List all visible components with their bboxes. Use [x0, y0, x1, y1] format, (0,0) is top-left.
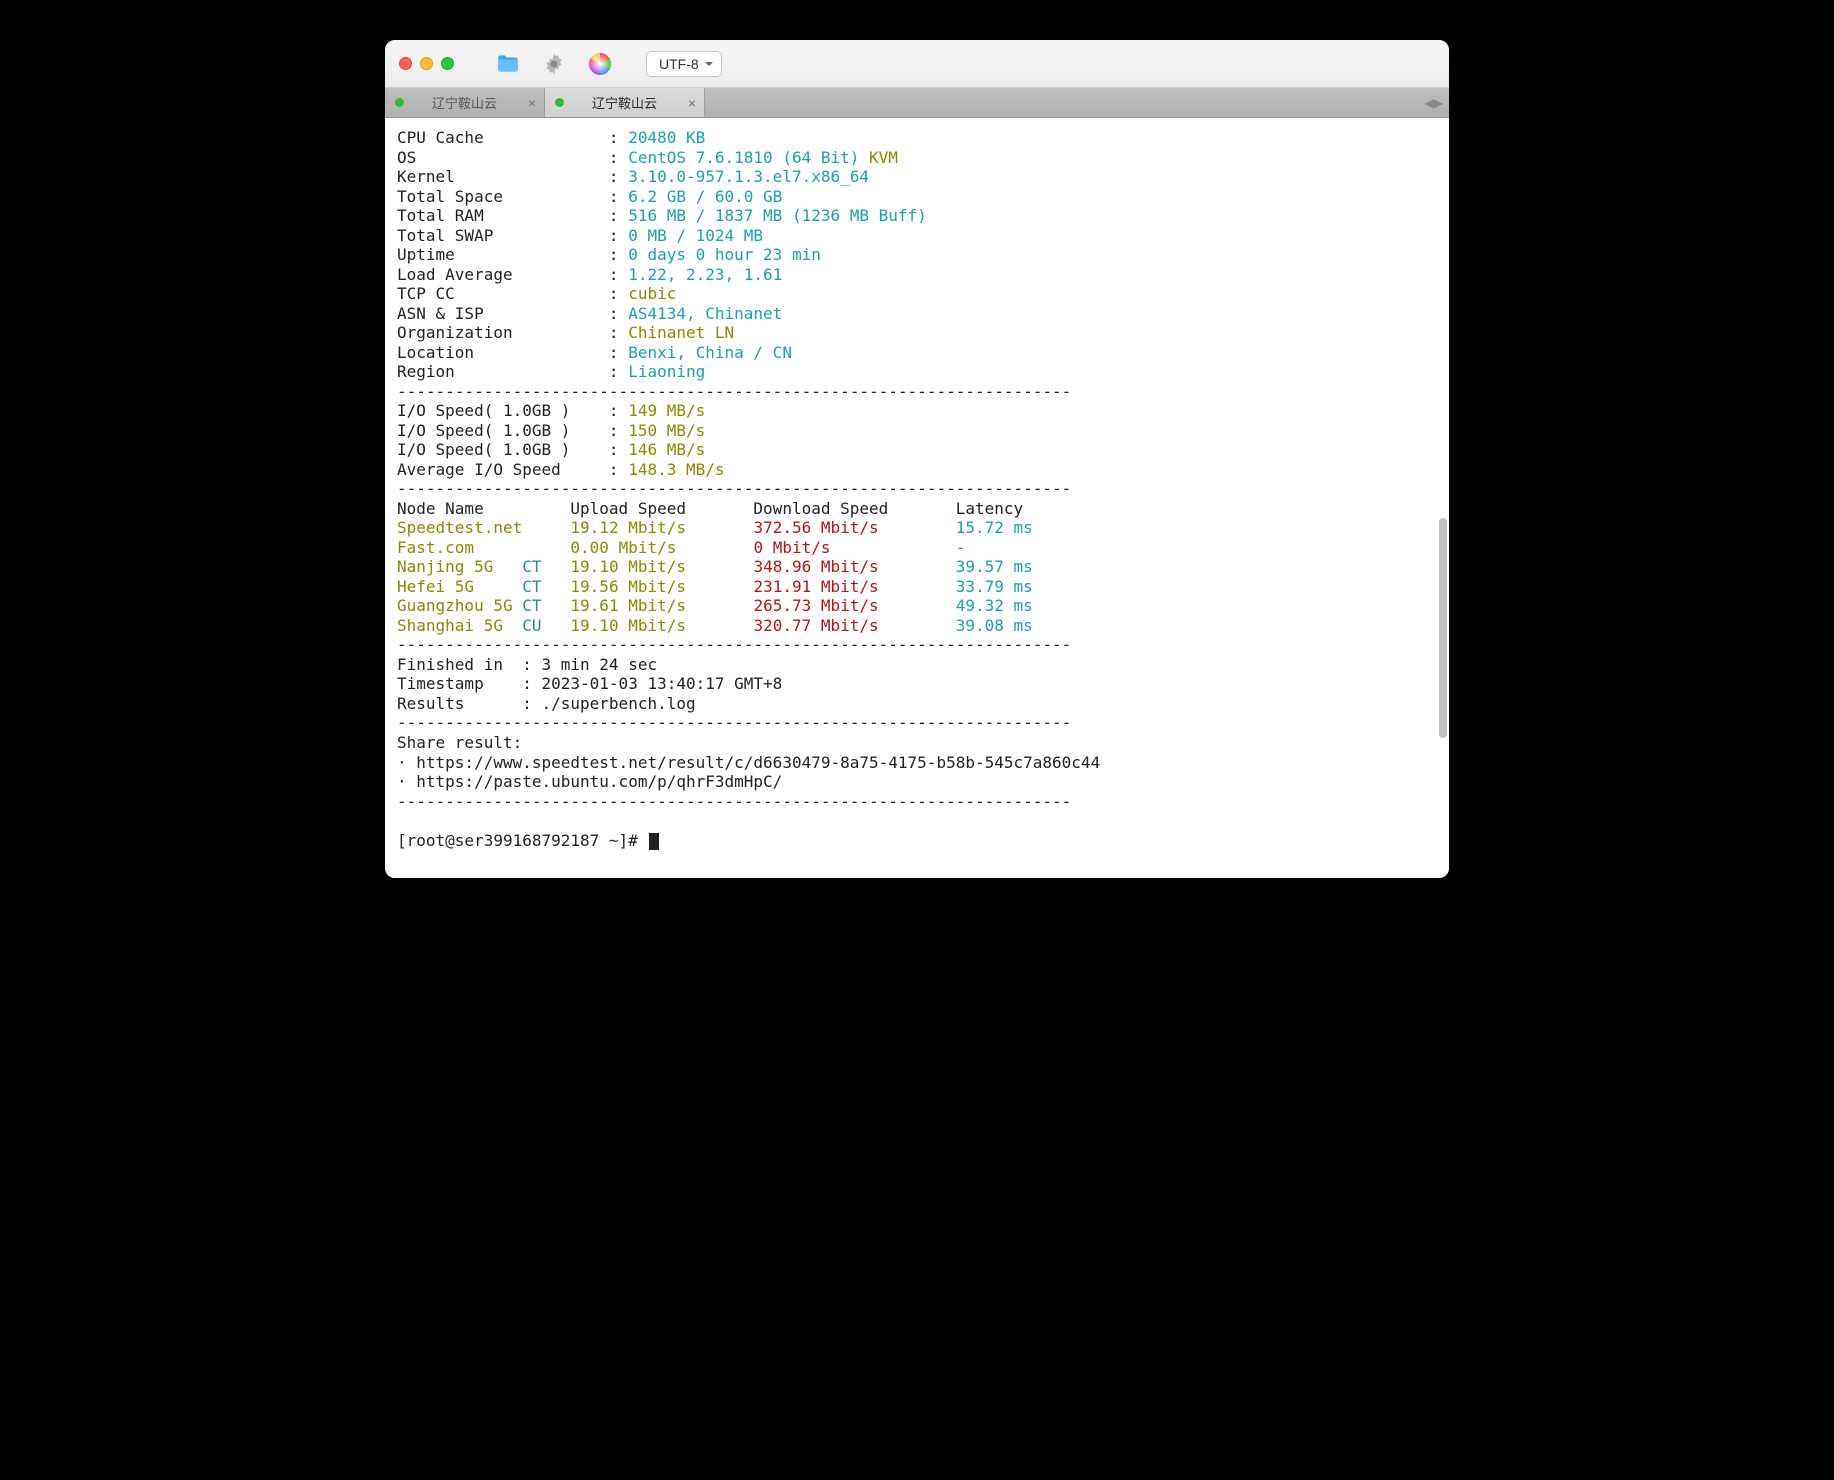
terminal-window: UTF-8 辽宁鞍山云 × 辽宁鞍山云 × ◀▶ CPU Cache : 204…	[385, 40, 1449, 878]
tab-label: 辽宁鞍山云	[592, 93, 657, 112]
traffic-lights	[399, 57, 454, 70]
status-dot-icon	[555, 98, 564, 107]
titlebar: UTF-8	[385, 40, 1449, 88]
tab-overflow-arrows[interactable]: ◀▶	[1425, 88, 1443, 117]
tab-bar: 辽宁鞍山云 × 辽宁鞍山云 × ◀▶	[385, 88, 1449, 118]
close-window-button[interactable]	[399, 57, 412, 70]
status-dot-icon	[395, 98, 404, 107]
terminal-output[interactable]: CPU Cache : 20480 KB OS : CentOS 7.6.181…	[385, 118, 1449, 878]
encoding-select[interactable]: UTF-8	[646, 51, 722, 77]
color-wheel-icon[interactable]	[586, 50, 614, 78]
gear-icon[interactable]	[540, 50, 568, 78]
tab-2[interactable]: 辽宁鞍山云 ×	[545, 88, 705, 117]
scrollbar-thumb[interactable]	[1439, 518, 1447, 738]
toolbar	[494, 50, 614, 78]
tab-1[interactable]: 辽宁鞍山云 ×	[385, 88, 545, 117]
tab-label: 辽宁鞍山云	[432, 93, 497, 112]
close-tab-icon[interactable]: ×	[528, 96, 536, 110]
terminal-text: CPU Cache : 20480 KB OS : CentOS 7.6.181…	[397, 128, 1437, 850]
minimize-window-button[interactable]	[420, 57, 433, 70]
folder-icon[interactable]	[494, 50, 522, 78]
encoding-value: UTF-8	[659, 56, 699, 72]
zoom-window-button[interactable]	[441, 57, 454, 70]
close-tab-icon[interactable]: ×	[688, 96, 696, 110]
